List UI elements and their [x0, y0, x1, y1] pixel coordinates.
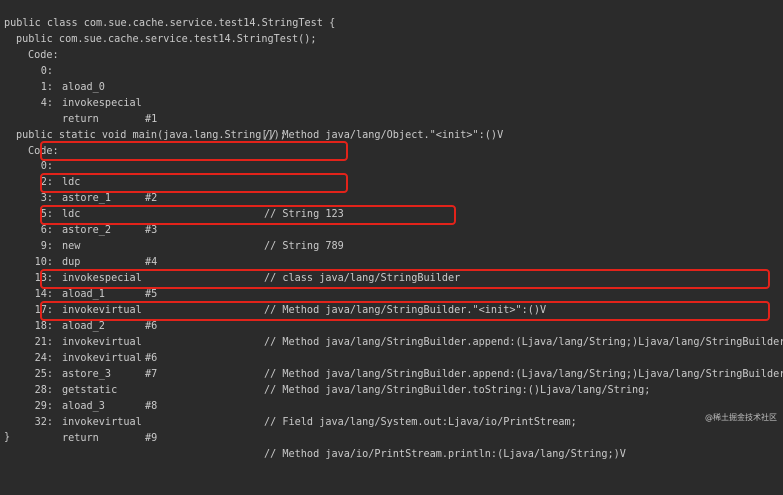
bytecode-line: 1: invokespecial #1 // Method java/lang/… — [40, 82, 504, 141]
main-declaration: public static void main(java.lang.String… — [16, 130, 286, 141]
bytecode-line: 10: invokespecial #5 // Method java/lang… — [34, 257, 547, 316]
constructor-declaration: public com.sue.cache.service.test14.Stri… — [16, 34, 317, 45]
bytecode-line: 32: return — [34, 417, 99, 444]
main-code-label: Code: — [28, 146, 59, 157]
bytecode-line: 4: return — [40, 98, 99, 125]
terminal-screen: public class com.sue.cache.service.test1… — [0, 0, 783, 460]
highlight-new-stringbuilder — [40, 205, 456, 225]
bytecode-line: 28: aload_3 — [34, 385, 105, 412]
bytecode-line: 24: astore_3 — [34, 353, 112, 380]
bytecode-line: 9: dup — [40, 241, 81, 268]
watermark: @稀土掘金技术社区 — [705, 413, 777, 422]
highlight-append-1 — [40, 269, 770, 289]
bytecode-line: 21: invokevirtual #7 // Method java/lang… — [34, 337, 651, 396]
highlight-ldc-789 — [40, 173, 348, 193]
closing-brace: } — [4, 432, 11, 443]
highlight-append-2 — [40, 301, 770, 321]
highlight-ldc-123 — [40, 141, 348, 161]
bytecode-line: 29: invokevirtual #9 // Method java/io/P… — [34, 401, 626, 460]
bytecode-line: 25: getstatic #8 // Field java/lang/Syst… — [34, 369, 577, 428]
bytecode-line: 0: aload_0 — [40, 66, 105, 93]
constructor-code-label: Code: — [28, 50, 59, 61]
class-declaration: public class com.sue.cache.service.test1… — [4, 18, 336, 29]
